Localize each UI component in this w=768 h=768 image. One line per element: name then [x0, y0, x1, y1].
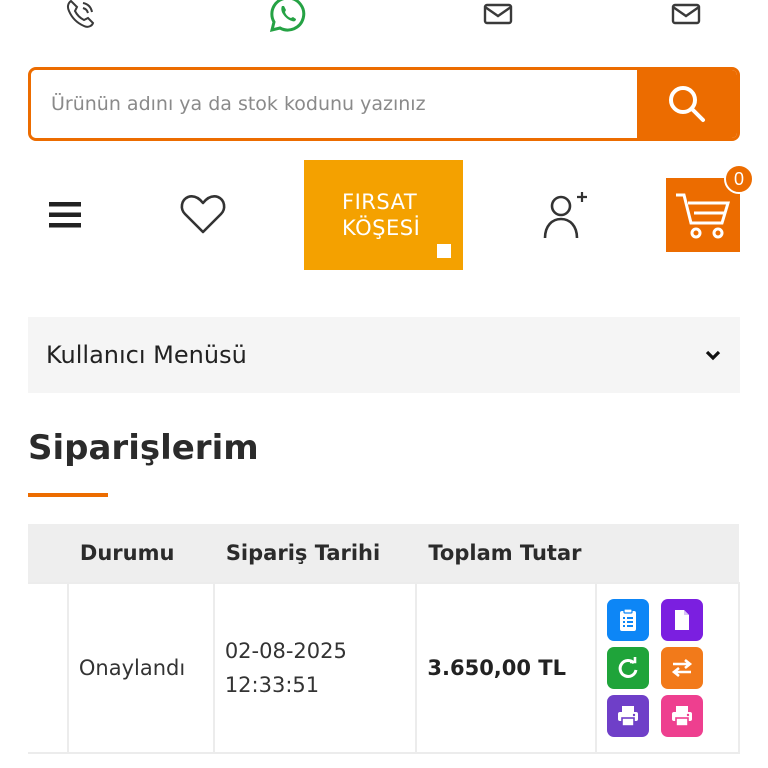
order-status: Onaylandı	[66, 582, 215, 754]
order-time: 12:33:51	[224, 673, 320, 697]
order-detail-button[interactable]	[607, 599, 650, 641]
page-title: Siparişlerim	[28, 428, 259, 468]
orders-table: Durumu Sipariş Tarihi Toplam Tutar Onayl…	[28, 524, 740, 754]
whatsapp-icon[interactable]	[268, 0, 308, 34]
search-button[interactable]	[637, 70, 737, 138]
reorder-button[interactable]	[607, 647, 650, 689]
title-underline	[28, 493, 108, 497]
clipboard-list-icon	[620, 608, 637, 631]
print-order-button[interactable]	[607, 695, 650, 737]
user-menu-dropdown[interactable]: Kullanıcı Menüsü	[28, 317, 740, 393]
row-spacer-cell	[28, 582, 69, 754]
heart-icon	[180, 195, 226, 234]
add-user-icon	[543, 192, 587, 239]
cart-icon	[676, 193, 731, 239]
search-icon	[669, 86, 705, 122]
menu-button[interactable]	[40, 190, 90, 240]
return-exchange-button[interactable]	[661, 647, 704, 689]
order-actions-cell	[595, 582, 740, 754]
favorites-button[interactable]	[175, 186, 231, 242]
contact-bar	[0, 0, 768, 40]
promo-label-line1: FIRSAT	[342, 190, 418, 214]
cart-count-badge: 0	[724, 164, 754, 194]
document-icon	[675, 610, 690, 630]
order-date: 02-08-2025	[224, 639, 347, 663]
search-bar	[28, 67, 740, 141]
invoice-button[interactable]	[661, 599, 704, 641]
account-button[interactable]	[535, 186, 595, 246]
refresh-icon	[618, 657, 638, 678]
order-total: 3.650,00 TL	[415, 582, 598, 754]
promo-square	[437, 244, 451, 258]
column-header-date: Sipariş Tarihi	[225, 541, 381, 565]
mail-icon[interactable]	[478, 0, 518, 34]
hamburger-icon	[49, 202, 81, 228]
promo-button[interactable]: FIRSAT KÖŞESİ	[304, 160, 463, 270]
column-header-total: Toplam Tutar	[428, 541, 582, 565]
column-header	[28, 524, 68, 583]
table-row: Onaylandı 02-08-2025 12:33:51 3.650,00 T…	[28, 582, 740, 754]
column-header-status: Durumu	[79, 541, 175, 565]
print-icon	[672, 706, 693, 727]
order-date-cell: 02-08-2025 12:33:51	[212, 582, 418, 754]
phone-icon[interactable]	[60, 0, 100, 34]
user-menu-label: Kullanıcı Menüsü	[46, 341, 247, 369]
mail-icon[interactable]	[666, 0, 706, 34]
table-header-row: Durumu Sipariş Tarihi Toplam Tutar	[28, 524, 739, 583]
search-input[interactable]	[31, 70, 637, 138]
print-icon	[618, 706, 639, 727]
exchange-icon	[672, 658, 693, 678]
print-invoice-button[interactable]	[661, 695, 704, 737]
promo-label-line2: KÖŞESİ	[342, 216, 421, 240]
column-header-actions	[596, 524, 739, 583]
chevron-down-icon	[705, 350, 721, 361]
